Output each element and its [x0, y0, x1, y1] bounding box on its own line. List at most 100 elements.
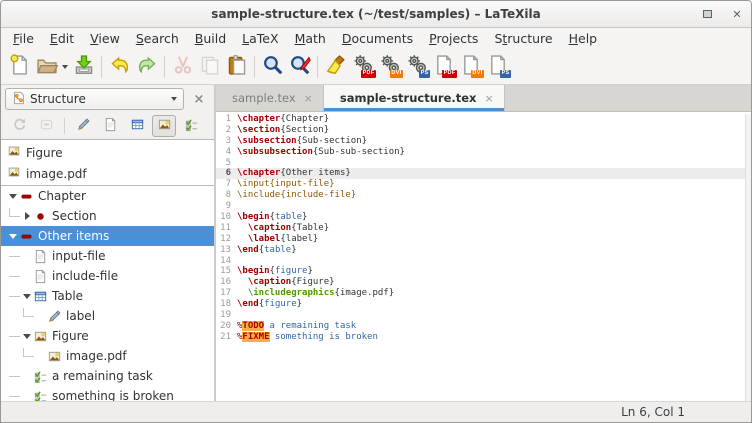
structure-show-todos-button[interactable]: [179, 115, 203, 137]
paste-icon: [226, 54, 248, 79]
tree-row-a-remaining-task[interactable]: a remaining task: [1, 366, 214, 386]
menu-item-structure[interactable]: Structure: [486, 29, 560, 48]
structure-tree: ChapterSectionOther items input-file inclu…: [1, 186, 214, 401]
menu-item-math[interactable]: Math: [287, 29, 334, 48]
tab-close-icon[interactable]: ×: [304, 92, 313, 105]
toolbar-open-document-button[interactable]: [33, 53, 60, 81]
maximize-button[interactable]: [699, 6, 715, 22]
code-line-1: 1\chapter{Chapter}: [216, 114, 745, 125]
structure-show-included-files-button[interactable]: [98, 115, 122, 137]
list-item[interactable]: image.pdf: [1, 163, 214, 184]
menu-bar: FileEditViewSearchBuildLaTeXMathDocument…: [1, 28, 751, 49]
tree-connector: [9, 208, 20, 217]
structure-show-tables-button[interactable]: [125, 115, 149, 137]
menu-item-latex[interactable]: LaTeX: [234, 29, 286, 48]
toolbar-copy-button[interactable]: [196, 53, 223, 81]
menu-item-build[interactable]: Build: [187, 29, 234, 48]
tree-row-label: something is broken: [52, 389, 174, 401]
toolbar-separator: [101, 56, 102, 78]
menu-item-search[interactable]: Search: [128, 29, 187, 48]
toolbar-save-button[interactable]: [70, 53, 97, 81]
expander-icon[interactable]: [21, 294, 33, 299]
code-line-9: 9: [216, 201, 745, 212]
toolbar-redo-button[interactable]: [133, 53, 160, 81]
code-line-17: 17 \includegraphics{image.pdf}: [216, 288, 745, 299]
tree-row-other-items[interactable]: Other items: [1, 226, 214, 246]
toolbar-view-dvi-button[interactable]: DVI: [457, 53, 484, 81]
menu-item-edit[interactable]: Edit: [42, 29, 82, 48]
toolbar-open-document-dropdown[interactable]: [60, 53, 70, 81]
image-icon: [157, 117, 172, 135]
line-number: 7: [216, 179, 235, 190]
expander-icon[interactable]: [7, 234, 19, 239]
menu-item-help[interactable]: Help: [561, 29, 606, 48]
toolbar-clean-build-files-button[interactable]: [322, 53, 349, 81]
toolbar-undo-button[interactable]: [106, 53, 133, 81]
tab-label: sample.tex: [232, 91, 296, 105]
app-window: sample-structure.tex (~/test/samples) – …: [0, 0, 752, 423]
menu-item-file[interactable]: File: [5, 29, 42, 48]
tree-row-chapter[interactable]: Chapter: [1, 186, 214, 206]
tree-row-input-file[interactable]: input-file: [1, 246, 214, 266]
maximize-icon: [703, 10, 712, 18]
line-content: \subsubsection{Sub-sub-section}: [235, 147, 405, 158]
expander-icon[interactable]: [7, 194, 19, 199]
line-content: \end{table}: [235, 245, 297, 256]
tab-close-icon[interactable]: ×: [484, 92, 493, 105]
todo-icon: [33, 389, 48, 402]
tree-row-include-file[interactable]: include-file: [1, 266, 214, 286]
list-item[interactable]: Figure: [1, 142, 214, 163]
line-number: 20: [216, 321, 235, 332]
line-number: 5: [216, 158, 235, 169]
expander-icon[interactable]: [21, 212, 33, 220]
toolbar-view-ps-button[interactable]: PS: [484, 53, 511, 81]
line-number: 18: [216, 299, 235, 310]
undo-icon: [109, 54, 131, 79]
menu-item-view[interactable]: View: [82, 29, 128, 48]
toolbar-search-and-replace-button[interactable]: [286, 53, 313, 81]
editor: sample.tex×sample-structure.tex× 1\chapt…: [216, 85, 751, 401]
toolbar-paste-button[interactable]: [223, 53, 250, 81]
tab-sample-tex[interactable]: sample.tex ×: [216, 85, 324, 111]
toolbar-build-pdf-button[interactable]: PDF: [349, 53, 376, 81]
line-number: 15: [216, 266, 235, 277]
structure-collapse-all-button[interactable]: [34, 115, 58, 137]
tree-row-table[interactable]: Table: [1, 286, 214, 306]
expander-icon[interactable]: [21, 334, 33, 339]
line-content: \end{figure}: [235, 299, 302, 310]
tree-connector: [9, 256, 20, 257]
panel-selector-combobox[interactable]: Structure: [5, 88, 184, 110]
structure-show-figures-button[interactable]: [152, 115, 176, 137]
tree-row-section[interactable]: Section: [1, 206, 214, 226]
toolbar-new-document-button[interactable]: [6, 53, 33, 81]
line-content: \label{label}: [235, 234, 318, 245]
tree-row-figure[interactable]: Figure: [1, 326, 214, 346]
tree-row-label: input-file: [52, 249, 105, 263]
main-area: Structure × Figureimage.pdf ChapterSecti…: [1, 85, 751, 401]
toolbar-cut-button[interactable]: [169, 53, 196, 81]
close-window-button[interactable]: ✕: [729, 6, 745, 22]
code-area[interactable]: 1\chapter{Chapter}2\section{Section}3\su…: [216, 112, 751, 401]
panel-close-button[interactable]: ×: [188, 88, 210, 110]
menu-item-documents[interactable]: Documents: [334, 29, 421, 48]
side-panel: Structure × Figureimage.pdf ChapterSecti…: [1, 85, 216, 401]
vertical-scrollbar[interactable]: [745, 114, 751, 401]
structure-refresh-button[interactable]: [7, 115, 31, 137]
title-bar[interactable]: sample-structure.tex (~/test/samples) – …: [1, 1, 751, 28]
code-line-7: 7\input{input-file}: [216, 179, 745, 190]
line-content: \begin{table}: [235, 212, 307, 223]
toolbar-build-ps-button[interactable]: PS: [403, 53, 430, 81]
tree-row-label[interactable]: label: [1, 306, 214, 326]
code-line-11: 11 \caption{Table}: [216, 223, 745, 234]
toolbar-build-dvi-button[interactable]: DVI: [376, 53, 403, 81]
cut-icon: [172, 54, 194, 79]
toolbar-view-pdf-button[interactable]: PDF: [430, 53, 457, 81]
menu-item-projects[interactable]: Projects: [421, 29, 486, 48]
structure-show-labels-button[interactable]: [71, 115, 95, 137]
toolbar: PDFDVIPSPDFDVIPS: [1, 49, 751, 85]
tree-row-image-pdf[interactable]: image.pdf: [1, 346, 214, 366]
tab-sample-structure-tex[interactable]: sample-structure.tex×: [324, 85, 505, 111]
tree-row-something-is-broken[interactable]: something is broken: [1, 386, 214, 401]
toolbar-search-button[interactable]: [259, 53, 286, 81]
copy-icon: [199, 54, 221, 79]
